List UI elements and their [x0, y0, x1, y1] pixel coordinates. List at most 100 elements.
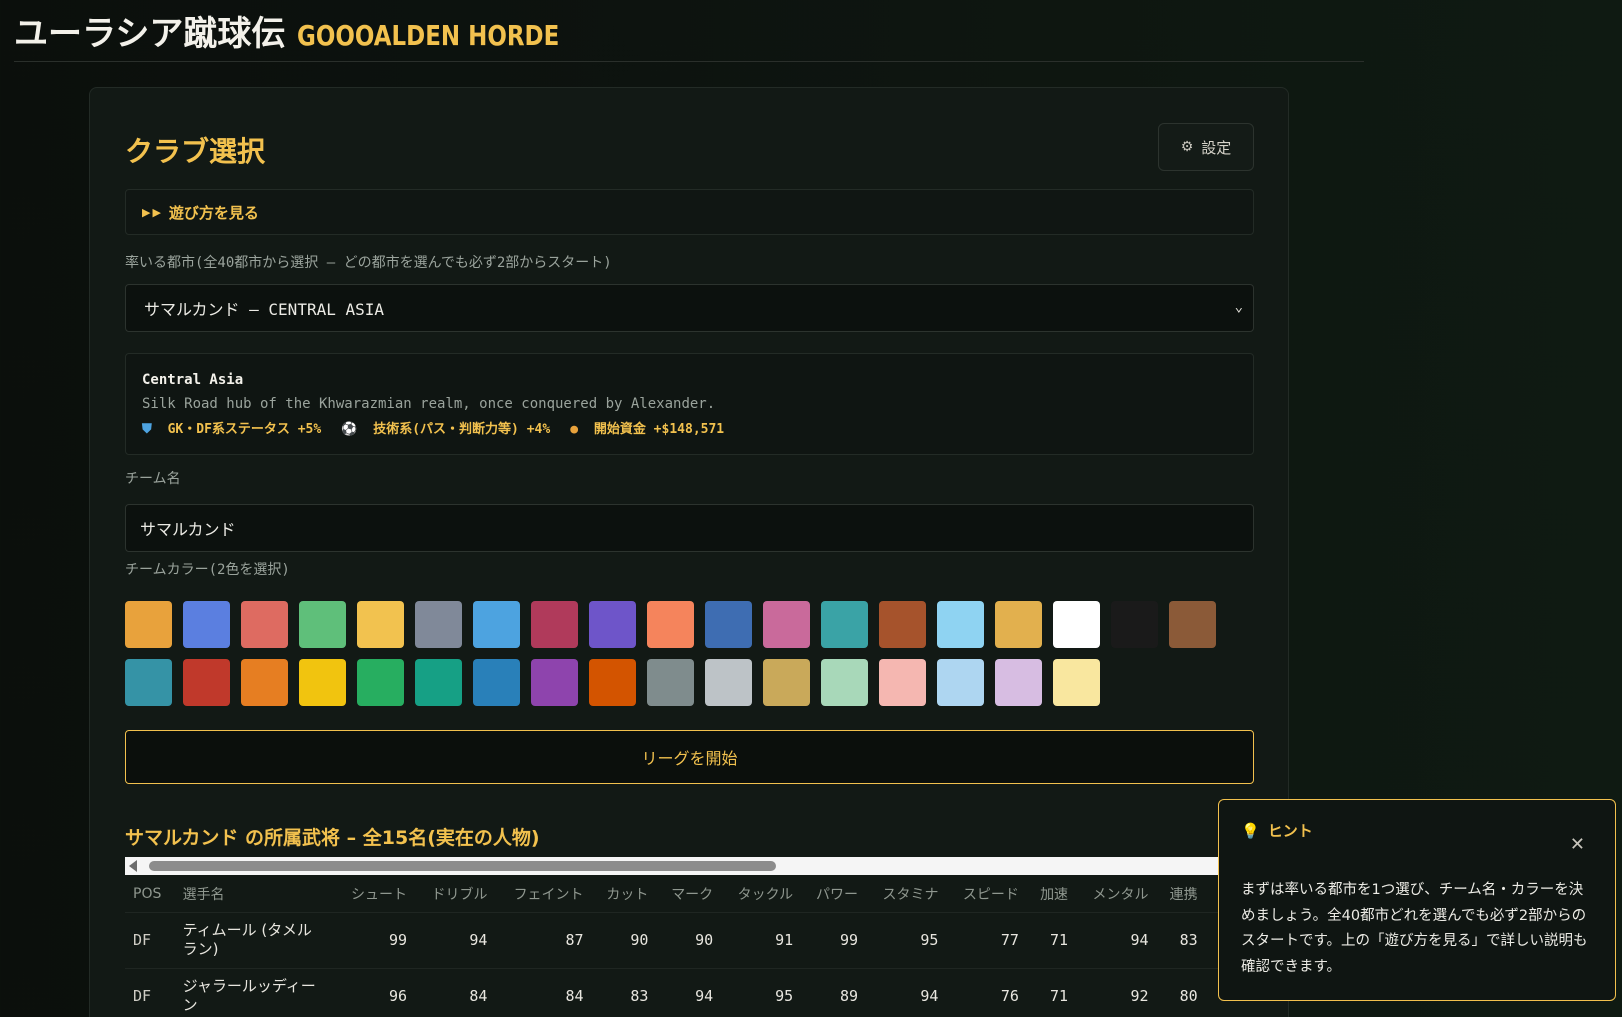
column-header[interactable]: タックル: [721, 876, 801, 912]
color-swatch[interactable]: [705, 601, 752, 648]
column-header[interactable]: マーク: [656, 876, 721, 912]
column-header[interactable]: パワー: [801, 876, 866, 912]
hint-header: 💡 ヒント: [1241, 820, 1593, 841]
color-swatch[interactable]: [531, 601, 578, 648]
column-header[interactable]: 選手名: [175, 876, 335, 912]
player-stat: 94: [866, 967, 947, 1017]
color-swatch[interactable]: [183, 601, 230, 648]
color-swatch[interactable]: [821, 659, 868, 706]
roster-table: POS 選手名 シュート ドリブル フェイント カット マーク タックル パワー スタミナ スピード…: [125, 876, 1285, 1017]
column-header[interactable]: フェイント: [495, 876, 591, 912]
color-swatch[interactable]: [473, 601, 520, 648]
roster-scrollbar[interactable]: [125, 857, 1235, 875]
color-swatch[interactable]: [125, 601, 172, 648]
column-header[interactable]: メンタル: [1076, 876, 1156, 912]
swatch-row-1: [125, 601, 1254, 648]
player-name: ジャラールッディーン: [174, 967, 335, 1017]
city-select[interactable]: サマルカンド — CENTRAL ASIA ⌄: [125, 284, 1254, 332]
column-header[interactable]: シュート: [335, 876, 415, 912]
column-header[interactable]: 加速: [1027, 876, 1076, 912]
scrollbar-thumb[interactable]: [149, 861, 776, 871]
color-swatch[interactable]: [183, 659, 230, 706]
color-swatch[interactable]: [415, 601, 462, 648]
color-swatch[interactable]: [357, 601, 404, 648]
color-swatch[interactable]: [1053, 601, 1100, 648]
color-swatch[interactable]: [879, 659, 926, 706]
color-swatch[interactable]: [241, 659, 288, 706]
color-swatch[interactable]: [647, 659, 694, 706]
column-header[interactable]: ドリブル: [415, 876, 495, 912]
player-stat: 77: [946, 911, 1027, 968]
color-swatch[interactable]: [299, 659, 346, 706]
color-swatch[interactable]: [995, 659, 1042, 706]
column-header[interactable]: カット: [592, 876, 657, 912]
color-swatch[interactable]: [473, 659, 520, 706]
hint-popup: 💡 ヒント ✕ まずは率いる都市を1つ選び、チーム名・カラーを決めましょう。全4…: [1218, 799, 1616, 1001]
color-swatch[interactable]: [1111, 601, 1158, 648]
bonus-technique: 技術系(パス・判断力等) +4%: [373, 422, 551, 437]
city-info-panel: Central Asia Silk Road hub of the Khwara…: [125, 353, 1254, 455]
close-icon[interactable]: ✕: [1570, 834, 1585, 855]
settings-label: 設定: [1201, 138, 1232, 157]
color-swatch[interactable]: [937, 659, 984, 706]
player-stat: 95: [866, 911, 947, 968]
color-swatch[interactable]: [763, 659, 810, 706]
bonus-defense: GK・DF系ステータス +5%: [167, 422, 322, 437]
player-stat: 83: [1156, 911, 1206, 968]
player-position: DF: [125, 967, 175, 1017]
chevron-down-icon: ⌄: [1234, 299, 1243, 315]
table-row[interactable]: DFティムール (タメルラン)9994879090919995777194837: [125, 911, 1285, 968]
player-stat: 94: [415, 911, 496, 968]
player-stat: 92: [1076, 967, 1157, 1017]
hint-body: まずは率いる都市を1つ選び、チーム名・カラーを決めましょう。全40都市どれを選ん…: [1241, 882, 1588, 975]
color-swatch[interactable]: [879, 601, 926, 648]
swatch-row-2: [125, 659, 1254, 706]
column-header[interactable]: スタミナ: [866, 876, 946, 912]
soccer-ball-icon: ⚽: [341, 422, 358, 437]
color-swatch[interactable]: [705, 659, 752, 706]
color-swatch[interactable]: [763, 601, 810, 648]
color-swatch[interactable]: [1169, 601, 1216, 648]
roster-title: サマルカンド の所属武将 – 全15名(実在の人物): [125, 827, 540, 849]
color-swatch[interactable]: [125, 659, 172, 706]
player-stat: 95: [721, 967, 802, 1017]
color-swatch[interactable]: [531, 659, 578, 706]
color-swatch[interactable]: [589, 601, 636, 648]
color-swatch[interactable]: [647, 601, 694, 648]
color-swatch[interactable]: [241, 601, 288, 648]
team-colors-label: チームカラー(2色を選択): [125, 562, 290, 578]
start-league-button[interactable]: リーグを開始: [125, 730, 1254, 784]
top-bar: ユーラシア蹴球伝 GOOOALDEN HORDE: [14, 0, 1364, 62]
player-stat: 87: [495, 911, 592, 968]
team-name-input[interactable]: [125, 504, 1254, 552]
player-stat: 94: [656, 967, 722, 1017]
app-title-sub: GOOOALDEN HORDE: [297, 19, 560, 52]
lightbulb-icon: 💡: [1241, 821, 1260, 840]
column-header[interactable]: 連携: [1157, 876, 1206, 912]
table-row[interactable]: DFジャラールッディーン9684848394958994767192807: [125, 967, 1285, 1017]
app-title: ユーラシア蹴球伝 GOOOALDEN HORDE: [14, 6, 617, 55]
color-swatch[interactable]: [821, 601, 868, 648]
scroll-left-icon[interactable]: [129, 860, 137, 872]
player-stat: 84: [495, 967, 592, 1017]
color-swatch[interactable]: [995, 601, 1042, 648]
color-swatch[interactable]: [415, 659, 462, 706]
column-header[interactable]: POS: [125, 876, 175, 912]
club-select-card: クラブ選択 ⚙ 設定 ▶▶ 遊び方を見る 率いる都市(全40都市から選択 — ど…: [89, 87, 1289, 1017]
city-label: 率いる都市(全40都市から選択 — どの都市を選んでも必ず2部からスタート): [125, 255, 612, 271]
color-swatch[interactable]: [937, 601, 984, 648]
city-select-value: サマルカンド — CENTRAL ASIA: [144, 300, 385, 319]
color-swatch[interactable]: [1053, 659, 1100, 706]
app-title-main: ユーラシア蹴球伝: [14, 14, 286, 54]
howto-toggle[interactable]: ▶▶ 遊び方を見る: [125, 189, 1254, 235]
player-stat: 84: [415, 967, 496, 1017]
howto-label: 遊び方を見る: [168, 203, 259, 222]
color-swatch[interactable]: [357, 659, 404, 706]
player-stat: 80: [1156, 967, 1206, 1017]
color-swatch[interactable]: [589, 659, 636, 706]
color-swatch[interactable]: [299, 601, 346, 648]
column-header[interactable]: スピード: [946, 876, 1026, 912]
gear-icon: ⚙: [1180, 139, 1194, 155]
player-position: DF: [125, 911, 175, 968]
settings-button[interactable]: ⚙ 設定: [1158, 123, 1254, 171]
